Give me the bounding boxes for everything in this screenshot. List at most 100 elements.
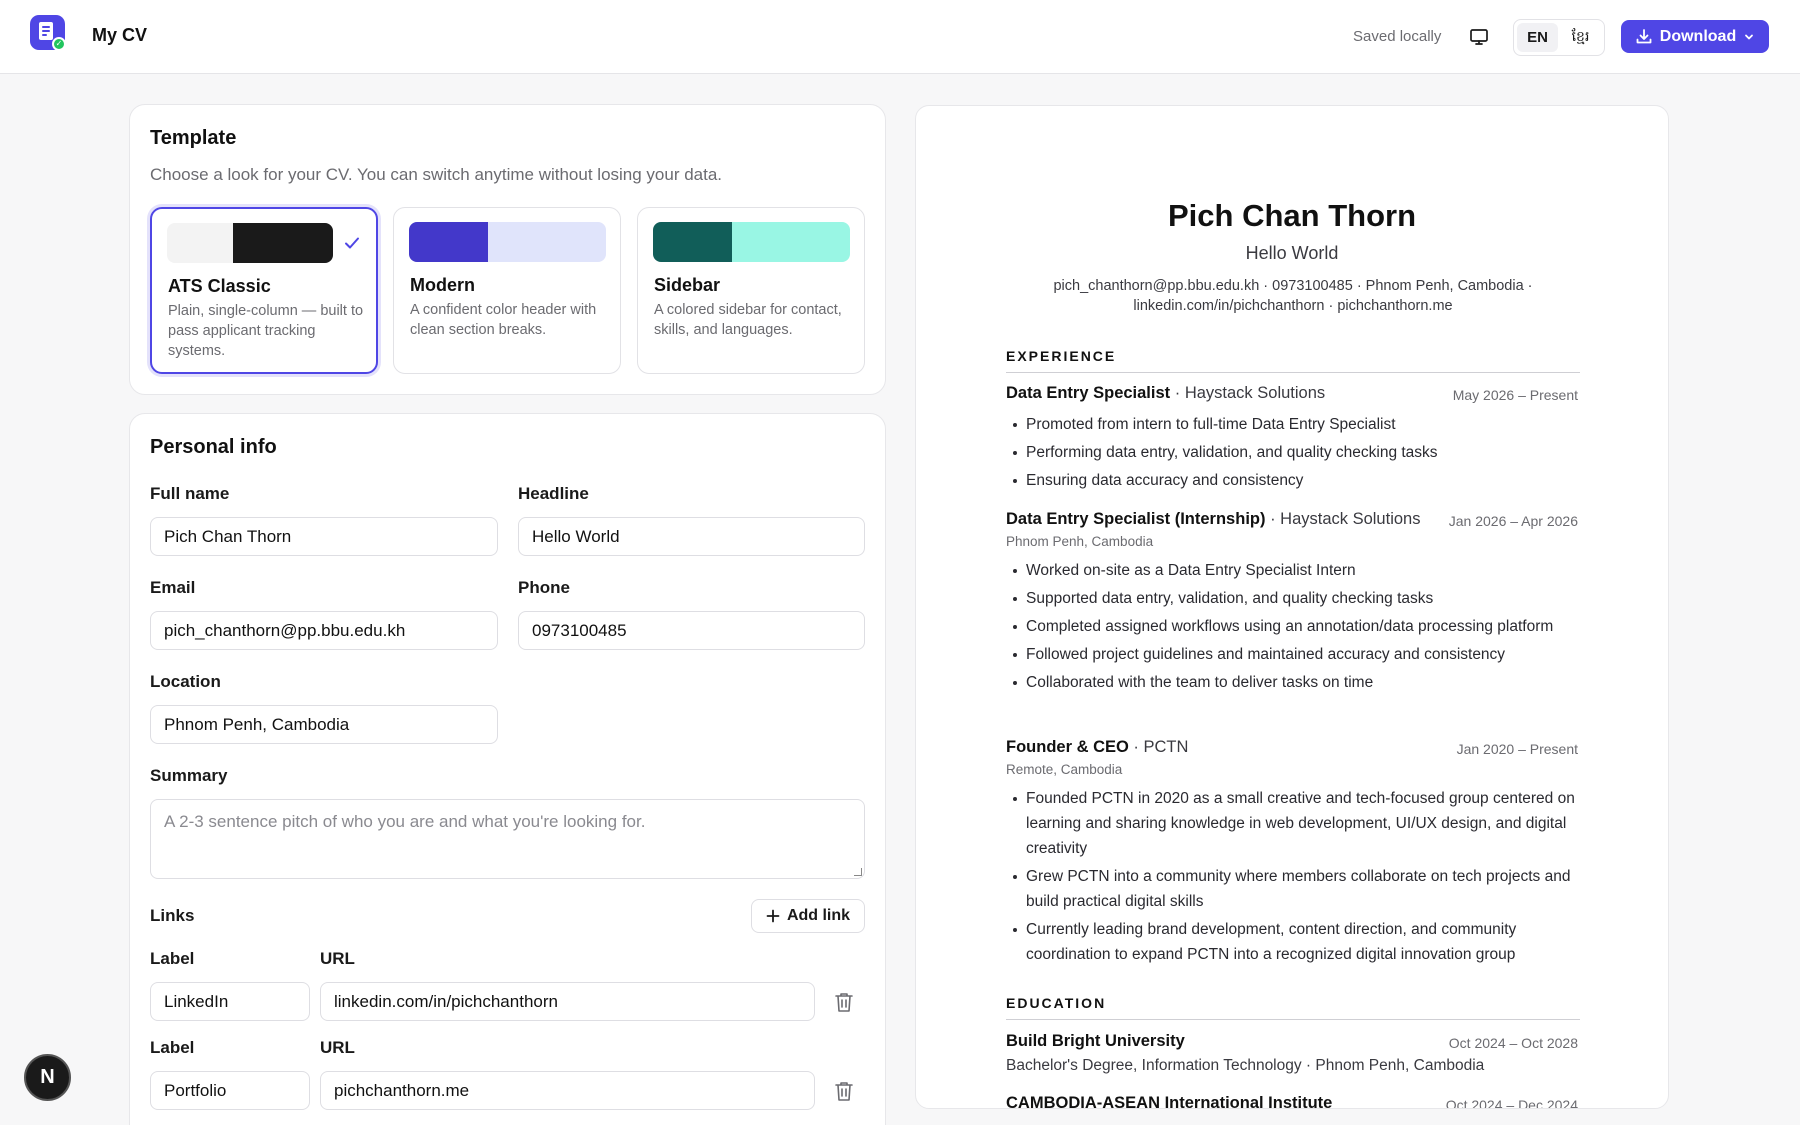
check-icon <box>345 237 359 249</box>
cv-name: Pich Chan Thorn <box>1168 198 1416 233</box>
location-input[interactable]: Phnom Penh, Cambodia <box>150 705 498 744</box>
template-swatch-primary <box>653 222 732 262</box>
lang-en-option[interactable]: EN <box>1517 23 1558 52</box>
cv-preview: Pich Chan Thorn Hello World pich_chantho… <box>915 105 1669 1109</box>
link-label-input[interactable]: LinkedIn <box>150 982 310 1021</box>
job-title: Data Entry Specialist (Internship) · Hay… <box>1006 510 1420 529</box>
job-location: Phnom Penh, Cambodia <box>1006 534 1154 549</box>
edu-school: CAMBODIA-ASEAN International Institute <box>1006 1094 1333 1109</box>
add-link-label: Add link <box>786 907 851 924</box>
plus-icon <box>766 909 780 923</box>
template-option-ats-classic[interactable]: ATS Classic Plain, single-column — built… <box>150 207 378 374</box>
headline-label: Headline <box>518 484 589 503</box>
full-name-input[interactable]: Pich Chan Thorn <box>150 517 498 556</box>
link-label-input[interactable]: Portfolio <box>150 1071 310 1110</box>
language-switch: EN ខ្មែរ <box>1513 19 1605 56</box>
template-swatch-secondary <box>732 222 850 262</box>
job-bullet: Followed project guidelines and maintain… <box>1013 642 1586 667</box>
personal-info-title: Personal info <box>150 436 277 458</box>
template-option-sidebar[interactable]: Sidebar A colored sidebar for contact, s… <box>637 207 865 374</box>
top-bar: ✓ My CV Saved locally EN ខ្មែរ Download <box>0 0 1800 74</box>
link-url-input[interactable]: linkedin.com/in/pichchanthorn <box>320 982 815 1021</box>
job-date: May 2026 – Present <box>1452 387 1578 403</box>
job-org: · PCTN <box>1128 738 1189 756</box>
edu-date: Oct 2024 – Dec 2024 <box>1445 1097 1578 1109</box>
personal-info-card: Personal info Full name Pich Chan Thorn … <box>129 413 886 1125</box>
summary-textarea[interactable]: A 2-3 sentence pitch of who you are and … <box>150 799 865 879</box>
job-date: Jan 2020 – Present <box>1456 741 1578 757</box>
template-name: ATS Classic <box>168 276 271 296</box>
link-label-caption: Label <box>150 949 195 968</box>
phone-label: Phone <box>518 578 570 597</box>
template-swatch-primary <box>409 222 488 262</box>
trash-icon[interactable] <box>834 991 854 1013</box>
job-date: Jan 2026 – Apr 2026 <box>1448 513 1578 529</box>
email-input[interactable]: pich_chanthorn@pp.bbu.edu.kh <box>150 611 498 650</box>
cv-contact-line: pich_chanthorn@pp.bbu.edu.kh · 097310048… <box>1053 278 1533 294</box>
cv-contact: pich_chanthorn@pp.bbu.edu.kh · 097310048… <box>996 276 1590 316</box>
template-swatch-light <box>167 223 233 263</box>
job-bullet: Supported data entry, validation, and qu… <box>1013 586 1586 611</box>
monitor-icon[interactable] <box>1469 27 1489 47</box>
lang-km-option[interactable]: ខ្មែរ <box>1560 23 1601 52</box>
template-desc: A colored sidebar for contact, skills, a… <box>654 302 842 338</box>
app-logo-icon: ✓ <box>30 15 66 51</box>
experience-heading: EXPERIENCE <box>1006 348 1580 373</box>
resize-grip-icon[interactable] <box>854 868 862 876</box>
job-title: Founder & CEO · PCTN <box>1006 738 1188 757</box>
job-org: · Haystack Solutions <box>1170 384 1326 402</box>
job-bullets: Founded PCTN in 2020 as a small creative… <box>1013 786 1586 970</box>
edu-detail: Bachelor's Degree, Information Technolog… <box>1006 1057 1485 1074</box>
job-org: · Haystack Solutions <box>1265 510 1421 528</box>
saved-status: Saved locally <box>1353 28 1442 45</box>
download-icon <box>1636 28 1652 43</box>
summary-label: Summary <box>150 766 228 785</box>
chevron-down-icon <box>1745 34 1754 39</box>
link-url-input[interactable]: pichchanthorn.me <box>320 1071 815 1110</box>
trash-icon[interactable] <box>834 1080 854 1102</box>
job-bullet: Completed assigned workflows using an an… <box>1013 614 1586 639</box>
phone-input[interactable]: 0973100485 <box>518 611 865 650</box>
edu-school: Build Bright University <box>1006 1032 1185 1050</box>
edu-date: Oct 2024 – Oct 2028 <box>1448 1035 1578 1051</box>
email-label: Email <box>150 578 196 597</box>
cv-contact-line: linkedin.com/in/pichchanthorn · pichchan… <box>1133 298 1453 314</box>
template-desc: A confident color header with clean sect… <box>410 302 597 338</box>
template-desc: Plain, single-column — built to pass app… <box>168 303 364 359</box>
add-link-button[interactable]: Add link <box>751 899 865 933</box>
template-swatch-dark <box>233 223 333 263</box>
education-heading: EDUCATION <box>1006 995 1580 1020</box>
template-name: Modern <box>410 275 475 295</box>
links-label: Links <box>150 906 195 925</box>
job-bullet: Worked on-site as a Data Entry Specialis… <box>1013 558 1586 583</box>
download-button[interactable]: Download <box>1621 20 1769 53</box>
template-card-subtitle: Choose a look for your CV. You can switc… <box>150 165 723 184</box>
job-bullet: Collaborated with the team to deliver ta… <box>1013 670 1586 695</box>
headline-input[interactable]: Hello World <box>518 517 865 556</box>
template-card: Template Choose a look for your CV. You … <box>129 104 886 395</box>
job-role: Founder & CEO <box>1006 738 1129 756</box>
job-bullets: Worked on-site as a Data Entry Specialis… <box>1013 558 1586 698</box>
job-bullet: Performing data entry, validation, and q… <box>1013 440 1586 465</box>
job-bullet: Promoted from intern to full-time Data E… <box>1013 412 1586 437</box>
job-location: Remote, Cambodia <box>1006 762 1123 777</box>
download-label: Download <box>1659 27 1737 45</box>
job-role: Data Entry Specialist (Internship) <box>1006 510 1266 528</box>
full-name-label: Full name <box>150 484 230 503</box>
location-label: Location <box>150 672 221 691</box>
template-swatch-secondary <box>488 222 606 262</box>
template-option-modern[interactable]: Modern A confident color header with cle… <box>393 207 621 374</box>
job-title: Data Entry Specialist · Haystack Solutio… <box>1006 384 1325 403</box>
job-bullet: Currently leading brand development, con… <box>1013 917 1586 967</box>
summary-placeholder: A 2-3 sentence pitch of who you are and … <box>164 812 646 831</box>
job-bullet: Founded PCTN in 2020 as a small creative… <box>1013 786 1586 861</box>
dev-badge-button[interactable]: N <box>24 1054 71 1101</box>
job-bullets: Promoted from intern to full-time Data E… <box>1013 412 1586 496</box>
cv-headline: Hello World <box>1245 243 1339 263</box>
template-name: Sidebar <box>654 275 721 295</box>
link-url-caption: URL <box>320 949 355 968</box>
job-bullet: Grew PCTN into a community where members… <box>1013 864 1586 914</box>
link-label-caption: Label <box>150 1038 195 1057</box>
template-card-title: Template <box>150 127 237 149</box>
link-url-caption: URL <box>320 1038 355 1057</box>
